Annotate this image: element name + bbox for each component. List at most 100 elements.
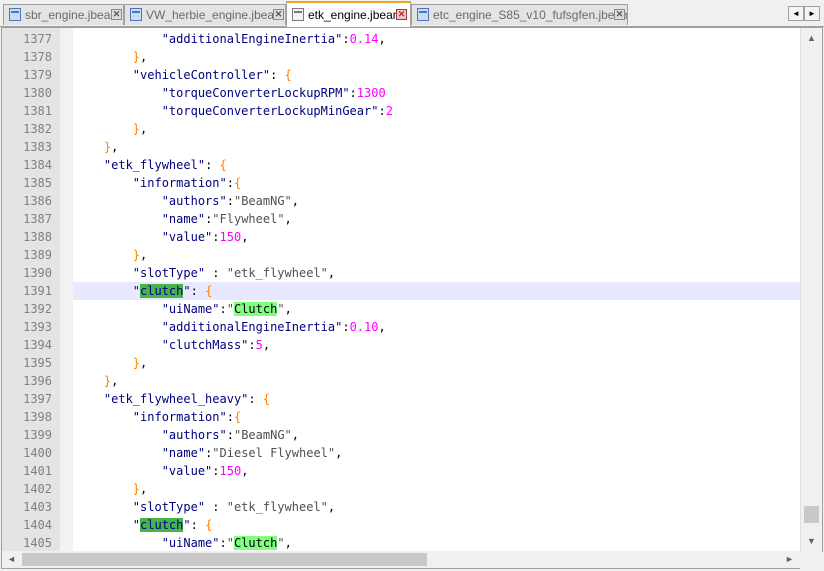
file-icon (130, 8, 142, 21)
code-token: : (342, 320, 350, 334)
code-line[interactable]: 1387 "name":"Flywheel", (2, 210, 822, 228)
close-icon[interactable]: ✕ (614, 9, 625, 20)
code-line[interactable]: 1386 "authors":"BeamNG", (2, 192, 822, 210)
code-line-area[interactable]: }, (73, 372, 800, 390)
scroll-down-button[interactable]: ▼ (801, 533, 822, 550)
code-line-area[interactable]: "uiName":"Clutch", (73, 534, 800, 551)
code-line-area[interactable]: "vehicleController": { (73, 66, 800, 84)
code-line[interactable]: 1389 }, (2, 246, 822, 264)
code-line[interactable]: 1400 "name":"Diesel Flywheel", (2, 444, 822, 462)
code-line[interactable]: 1391 "clutch": { (2, 282, 822, 300)
code-line[interactable]: 1384 "etk_flywheel": { (2, 156, 822, 174)
code-line-area[interactable]: "torqueConverterLockupRPM":1300 (73, 84, 800, 102)
code-token: "clutchMass" (161, 338, 249, 352)
code-line-area[interactable]: "etk_flywheel_heavy": { (73, 390, 800, 408)
close-icon[interactable]: ✕ (273, 9, 284, 20)
code-text: "vehicleController": { (75, 66, 292, 84)
code-token: } (132, 356, 141, 370)
tab-etk-engine[interactable]: etk_engine.jbeam ✕ (286, 1, 411, 27)
code-line-area[interactable]: }, (73, 246, 800, 264)
code-line[interactable]: 1379 "vehicleController": { (2, 66, 822, 84)
horizontal-scrollbar[interactable]: ◄ ► (1, 551, 800, 569)
code-line[interactable]: 1404 "clutch": { (2, 516, 822, 534)
code-token: , (140, 50, 148, 64)
line-number: 1384 (23, 158, 52, 172)
code-line-area[interactable]: "additionalEngineInertia":0.14, (73, 30, 800, 48)
code-line-area[interactable]: "slotType" : "etk_flywheel", (73, 264, 800, 282)
scroll-right-button[interactable]: ► (781, 551, 798, 568)
scroll-left-button[interactable]: ◄ (3, 551, 20, 568)
code-line-area[interactable]: "clutch": { (73, 516, 800, 534)
code-line-area[interactable]: "slotType" : "etk_flywheel", (73, 498, 800, 516)
scroll-up-button[interactable]: ▲ (801, 30, 822, 47)
tab-sbr-engine[interactable]: sbr_engine.jbeam ✕ (3, 4, 124, 25)
code-line-area[interactable]: }, (73, 480, 800, 498)
code-token: " (183, 518, 191, 532)
vertical-scrollbar[interactable]: ▲ ▼ (800, 28, 822, 551)
code-line[interactable]: 1403 "slotType" : "etk_flywheel", (2, 498, 822, 516)
line-number: 1400 (23, 446, 52, 460)
tab-etc-engine-s85[interactable]: etc_engine_S85_v10_fufsgfen.jbeam ✕ (411, 4, 628, 25)
line-number: 1387 (23, 212, 52, 226)
code-line-area[interactable]: "etk_flywheel": { (73, 156, 800, 174)
close-icon[interactable]: ✕ (111, 9, 122, 20)
tab-scroll-left-button[interactable]: ◄ (788, 6, 804, 21)
code-line-area[interactable]: }, (73, 138, 800, 156)
code-line[interactable]: 1402 }, (2, 480, 822, 498)
code-token: "name" (161, 446, 206, 460)
code-text: "name":"Diesel Flywheel", (75, 444, 343, 462)
code-line[interactable]: 1395 }, (2, 354, 822, 372)
code-line[interactable]: 1396 }, (2, 372, 822, 390)
code-line[interactable]: 1393 "additionalEngineInertia":0.10, (2, 318, 822, 336)
code-line[interactable]: 1388 "value":150, (2, 228, 822, 246)
code-token: { (233, 410, 242, 424)
line-number: 1389 (23, 248, 52, 262)
code-text: "etk_flywheel_heavy": { (75, 390, 270, 408)
code-token: , (335, 446, 343, 460)
code-line[interactable]: 1377 "additionalEngineInertia":0.14, (2, 30, 822, 48)
code-line[interactable]: 1401 "value":150, (2, 462, 822, 480)
code-line[interactable]: 1398 "information":{ (2, 408, 822, 426)
code-line[interactable]: 1405 "uiName":"Clutch", (2, 534, 822, 551)
code-line-area[interactable]: "clutchMass":5, (73, 336, 800, 354)
code-line-area[interactable]: "uiName":"Clutch", (73, 300, 800, 318)
code-line[interactable]: 1392 "uiName":"Clutch", (2, 300, 822, 318)
code-editor[interactable]: 1377 "additionalEngineInertia":0.14, 1378… (1, 27, 823, 552)
code-line-area[interactable]: "authors":"BeamNG", (73, 426, 800, 444)
code-line-area[interactable]: "torqueConverterLockupMinGear":2 (73, 102, 800, 120)
code-line-area[interactable]: "name":"Diesel Flywheel", (73, 444, 800, 462)
tab-vw-herbie-engine[interactable]: VW_herbie_engine.jbeam ✕ (124, 4, 286, 25)
code-line[interactable]: 1382 }, (2, 120, 822, 138)
code-line[interactable]: 1381 "torqueConverterLockupMinGear":2 (2, 102, 822, 120)
tab-scroll-right-button[interactable]: ► (804, 6, 820, 21)
code-token: , (284, 302, 292, 316)
code-line-area[interactable]: "value":150, (73, 228, 800, 246)
code-line-area[interactable]: }, (73, 354, 800, 372)
horizontal-scroll-thumb[interactable] (22, 553, 427, 566)
code-token: "value" (161, 464, 213, 478)
code-line-area[interactable]: "information":{ (73, 408, 800, 426)
code-line-area[interactable]: "clutch": { (73, 282, 800, 300)
code-line-area[interactable]: "name":"Flywheel", (73, 210, 800, 228)
code-line[interactable]: 1390 "slotType" : "etk_flywheel", (2, 264, 822, 282)
code-line[interactable]: 1399 "authors":"BeamNG", (2, 426, 822, 444)
code-line[interactable]: 1397 "etk_flywheel_heavy": { (2, 390, 822, 408)
line-number: 1379 (23, 68, 52, 82)
code-line-area[interactable]: "value":150, (73, 462, 800, 480)
code-line-area[interactable]: "authors":"BeamNG", (73, 192, 800, 210)
code-line-area[interactable]: }, (73, 48, 800, 66)
vertical-scroll-thumb[interactable] (804, 506, 819, 523)
close-icon[interactable]: ✕ (396, 9, 407, 20)
code-token: "uiName" (161, 536, 220, 550)
code-line-area[interactable]: "additionalEngineInertia":0.10, (73, 318, 800, 336)
code-line[interactable]: 1383 }, (2, 138, 822, 156)
code-line-area[interactable]: }, (73, 120, 800, 138)
code-line[interactable]: 1394 "clutchMass":5, (2, 336, 822, 354)
code-line[interactable]: 1385 "information":{ (2, 174, 822, 192)
code-line[interactable]: 1378 }, (2, 48, 822, 66)
code-line-area[interactable]: "information":{ (73, 174, 800, 192)
code-line[interactable]: 1380 "torqueConverterLockupRPM":1300 (2, 84, 822, 102)
